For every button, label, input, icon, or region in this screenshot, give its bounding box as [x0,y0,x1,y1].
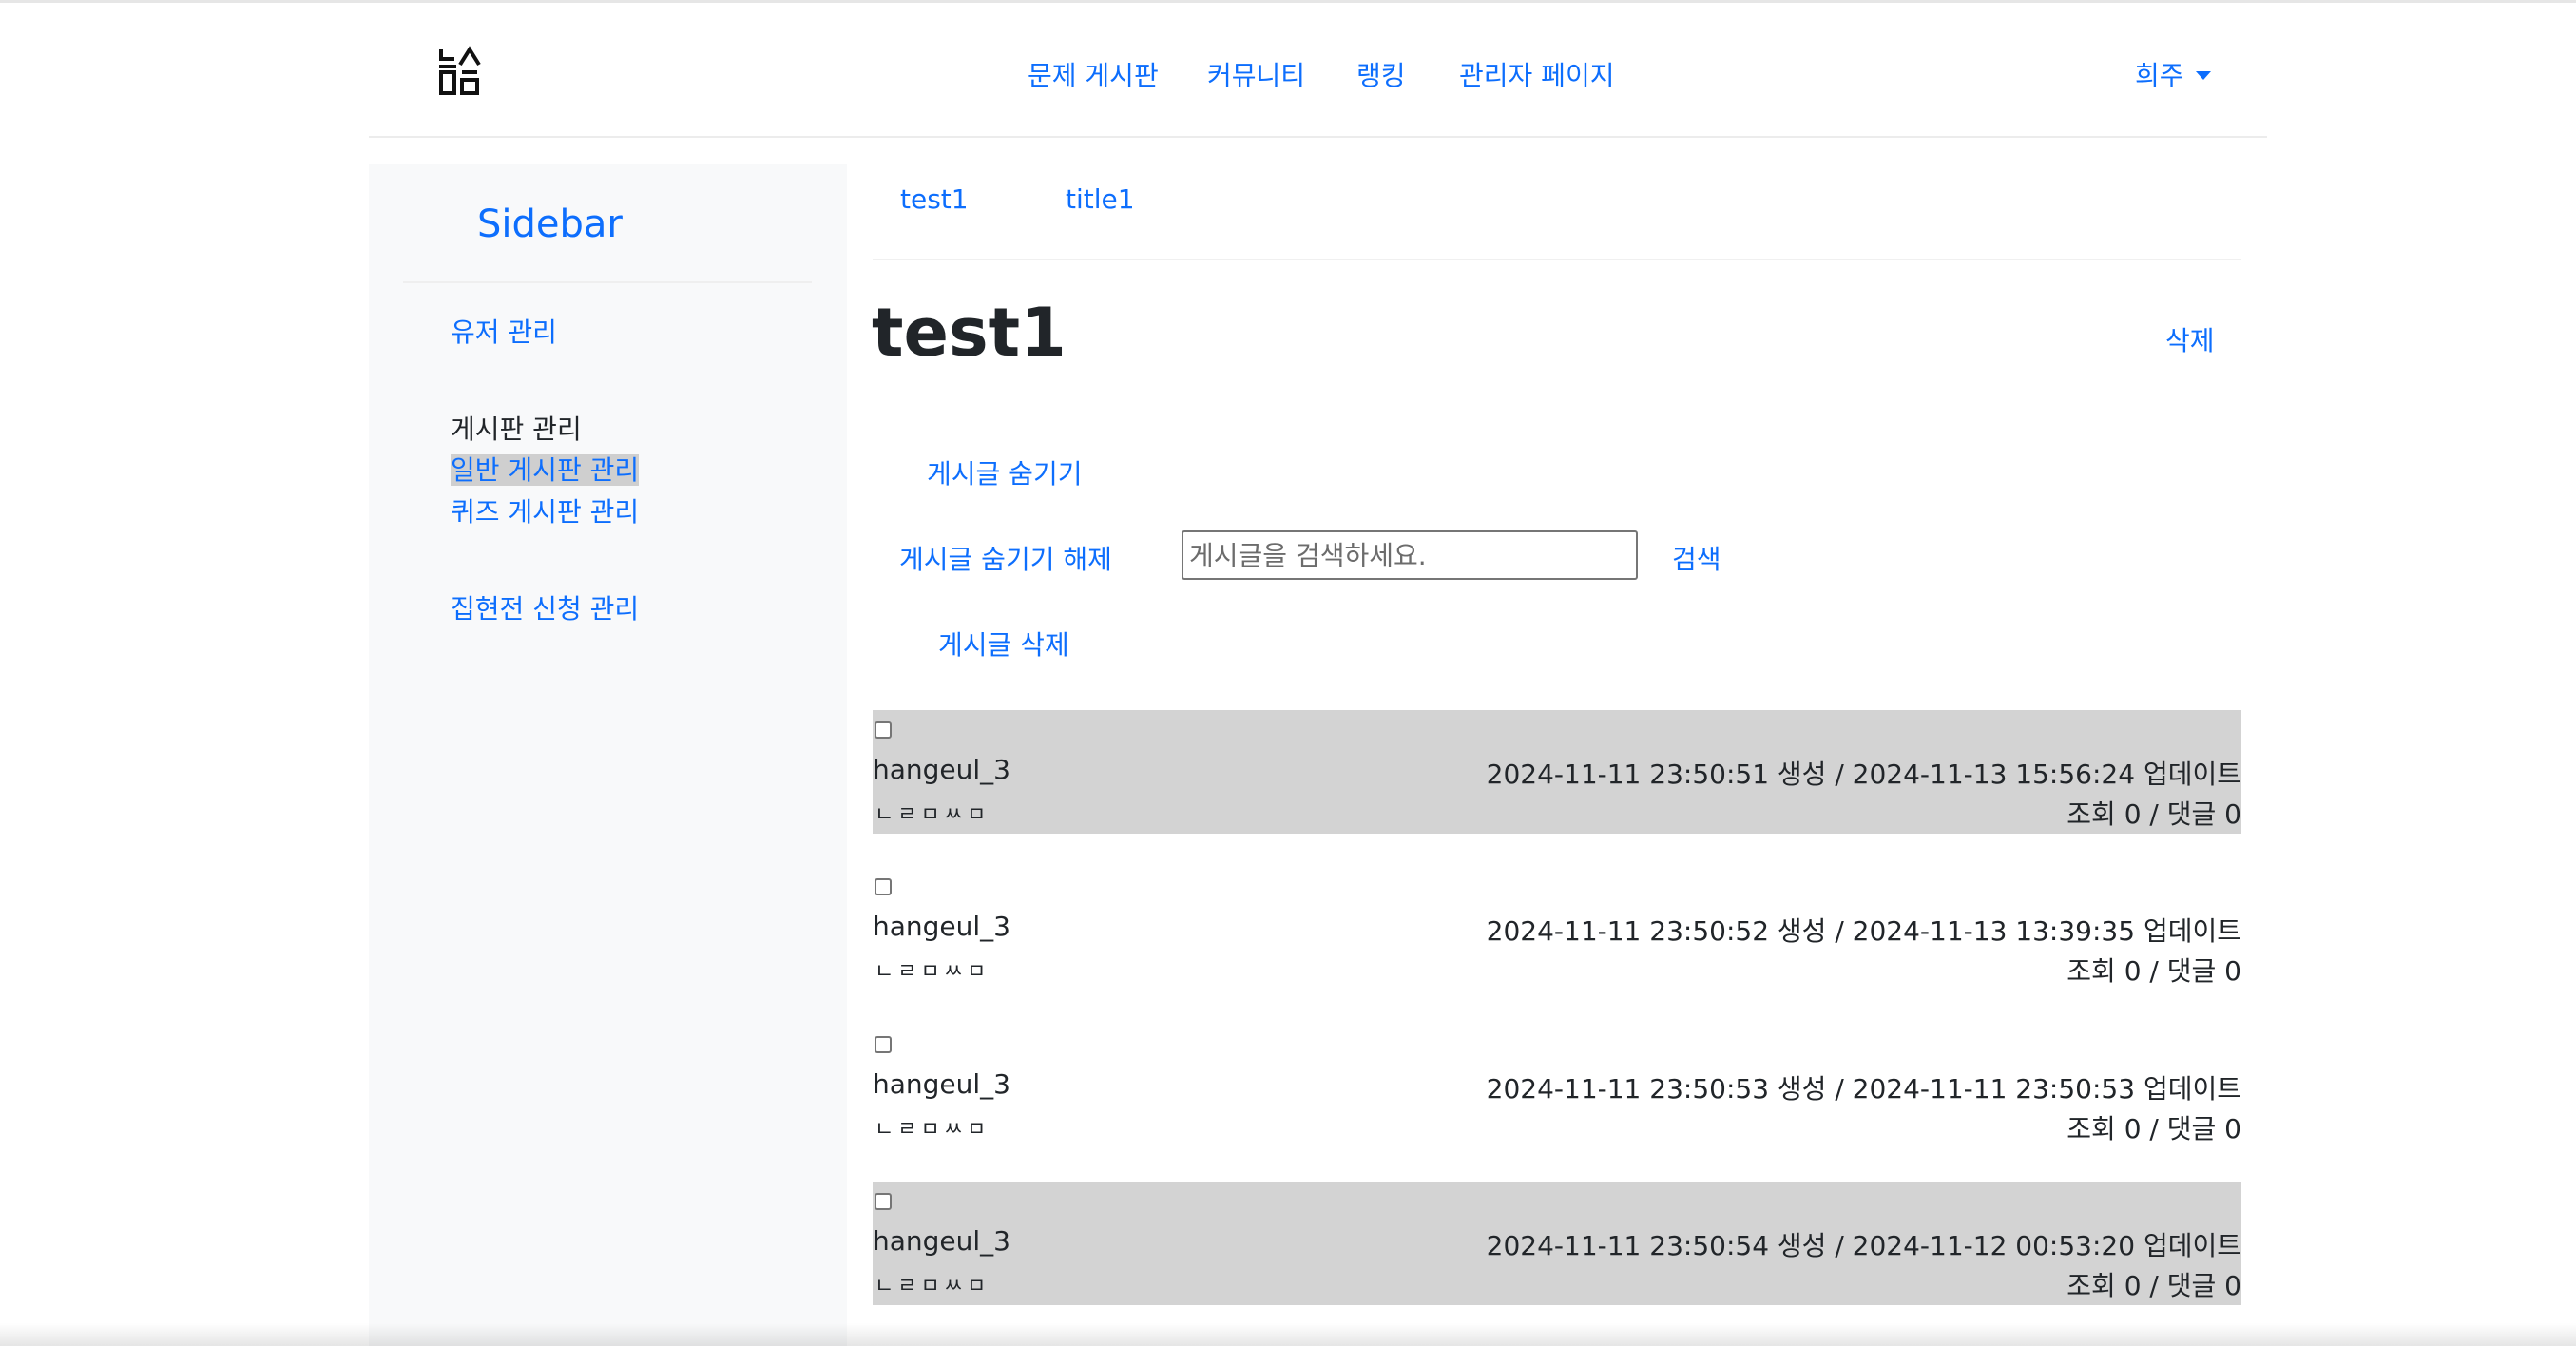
post-author: hangeul_3 [873,1068,1010,1100]
post-stats: 조회 0 / 댓글 0 [2067,798,2241,830]
nav-ranking[interactable]: 랭킹 [1356,55,1406,93]
caret-down-icon [2195,71,2211,80]
post-title[interactable]: ㄴㄹㅁㅆㅁ [875,1112,990,1143]
page-title: test1 [872,294,1067,372]
nav-admin-page[interactable]: 관리자 페이지 [1459,55,1614,93]
hide-posts-button[interactable]: 게시글 숨기기 [927,453,1082,491]
post-title[interactable]: ㄴㄹㅁㅆㅁ [875,1269,990,1299]
post-dates: 2024-11-11 23:50:51 생성 / 2024-11-13 15:5… [1486,759,2241,790]
post-dates: 2024-11-11 23:50:53 생성 / 2024-11-11 23:5… [1486,1073,2241,1105]
window-bottom-shadow [0,1323,2576,1346]
unhide-posts-button[interactable]: 게시글 숨기기 해제 [899,539,1112,577]
post-row[interactable]: hangeul_3 ㄴㄹㅁㅆㅁ 2024-11-11 23:50:54 생성 /… [873,1182,2241,1305]
post-author: hangeul_3 [873,911,1010,942]
post-stats: 조회 0 / 댓글 0 [2067,1270,2241,1301]
post-stats: 조회 0 / 댓글 0 [2067,1113,2241,1144]
sidebar-item-quiz-board[interactable]: 퀴즈 게시판 관리 [451,491,639,529]
sidebar: Sidebar 유저 관리 게시판 관리 일반 게시판 관리 퀴즈 게시판 관리… [369,164,847,1346]
nav-problem-board[interactable]: 문제 게시판 [1028,55,1159,93]
sidebar-title: Sidebar [477,202,623,246]
post-checkbox[interactable] [875,721,892,739]
sidebar-item-user-manage[interactable]: 유저 관리 [451,312,557,350]
user-dropdown[interactable]: 희주 [2135,55,2211,93]
nav-community[interactable]: 커뮤니티 [1207,55,1305,93]
sidebar-item-challenge-manage[interactable]: 집현전 신청 관리 [451,588,639,626]
post-author: hangeul_3 [873,1225,1010,1257]
sidebar-item-general-board[interactable]: 일반 게시판 관리 [451,450,640,488]
breadcrumb-post[interactable]: title1 [1066,183,1135,215]
sidebar-item-label-selected: 일반 게시판 관리 [451,454,640,486]
post-stats: 조회 0 / 댓글 0 [2067,955,2241,987]
post-checkbox[interactable] [875,1193,892,1210]
delete-posts-button[interactable]: 게시글 삭제 [938,625,1069,663]
post-checkbox[interactable] [875,878,892,895]
breadcrumb-board[interactable]: test1 [900,183,969,215]
user-name: 희주 [2135,60,2184,91]
hangul-building-logo-icon[interactable] [437,46,481,97]
breadcrumb-divider [873,259,2241,260]
top-navbar: 문제 게시판 커뮤니티 랭킹 관리자 페이지 희주 [369,3,2267,138]
post-title[interactable]: ㄴㄹㅁㅆㅁ [875,798,990,828]
post-row[interactable]: hangeul_3 ㄴㄹㅁㅆㅁ 2024-11-11 23:50:53 생성 /… [873,1025,2241,1148]
post-row[interactable]: hangeul_3 ㄴㄹㅁㅆㅁ 2024-11-11 23:50:51 생성 /… [873,710,2241,834]
post-title[interactable]: ㄴㄹㅁㅆㅁ [875,954,990,985]
search-button[interactable]: 검색 [1672,539,1721,577]
post-dates: 2024-11-11 23:50:52 생성 / 2024-11-13 13:3… [1486,915,2241,947]
post-search-input[interactable] [1182,530,1638,580]
sidebar-divider [403,281,812,283]
post-checkbox[interactable] [875,1036,892,1053]
post-row[interactable]: hangeul_3 ㄴㄹㅁㅆㅁ 2024-11-11 23:50:52 생성 /… [873,867,2241,990]
post-author: hangeul_3 [873,754,1010,785]
delete-board-button[interactable]: 삭제 [2165,320,2215,358]
sidebar-heading-board-manage: 게시판 관리 [451,413,582,445]
post-dates: 2024-11-11 23:50:54 생성 / 2024-11-12 00:5… [1486,1230,2241,1261]
